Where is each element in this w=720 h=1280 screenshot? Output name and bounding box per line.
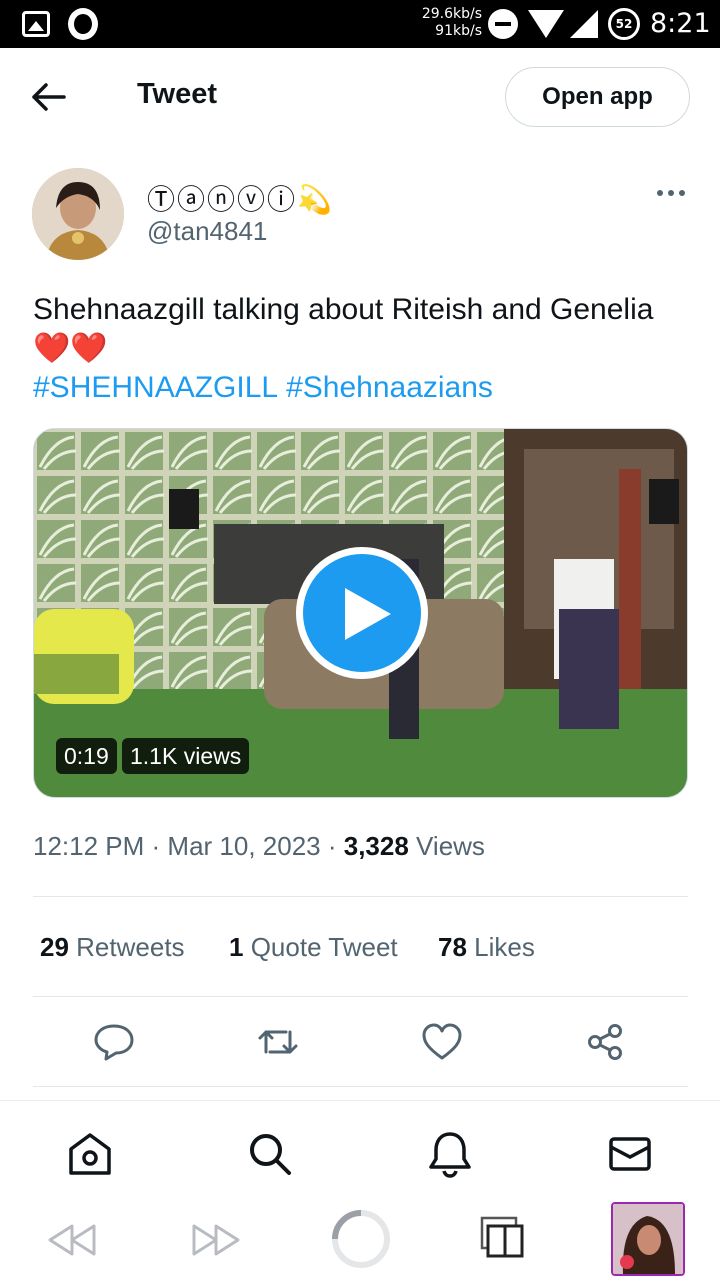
nav-search[interactable]	[245, 1129, 295, 1179]
nav-messages[interactable]	[605, 1129, 655, 1179]
browser-tabs-button[interactable]	[480, 1216, 526, 1265]
wifi-icon	[528, 10, 564, 38]
play-icon	[345, 588, 391, 640]
hashtag-list: #SHEHNAAZGILL #Shehnaazians	[33, 368, 673, 407]
hashtag-link[interactable]: #SHEHNAAZGILL	[33, 371, 278, 404]
network-speed: 29.6kb/s 91kb/s	[414, 6, 482, 40]
network-speed-down: 91kb/s	[435, 23, 482, 39]
open-app-button[interactable]: Open app	[505, 67, 690, 127]
arrow-left-icon	[32, 83, 66, 111]
nav-notifications[interactable]	[425, 1129, 475, 1179]
retweet-button[interactable]	[256, 1022, 300, 1062]
browser-toolbar	[0, 1198, 720, 1280]
fast-forward-icon	[192, 1224, 240, 1256]
divider	[33, 1086, 688, 1087]
nav-home[interactable]	[65, 1129, 115, 1179]
quotes-label: Quote Tweet	[250, 932, 398, 962]
browser-home-button[interactable]	[330, 1208, 392, 1275]
opera-icon	[68, 8, 98, 40]
search-icon	[250, 1134, 291, 1175]
avatar[interactable]	[32, 168, 124, 260]
video-duration: 0:19	[56, 738, 117, 774]
display-name[interactable]: Ⓣⓐⓝⓥⓘ💫	[147, 178, 334, 218]
divider	[33, 896, 688, 897]
view-count: 3,328	[343, 831, 409, 861]
do-not-disturb-icon	[488, 9, 518, 39]
retweets-stat[interactable]: 29 Retweets	[40, 932, 185, 963]
play-button[interactable]	[296, 547, 428, 679]
reply-icon	[94, 1024, 134, 1061]
bottom-nav	[0, 1100, 720, 1200]
share-icon	[588, 1024, 622, 1060]
rewind-icon	[48, 1224, 96, 1256]
tweet-meta: 12:12 PM · Mar 10, 2023 · 3,328 Views	[33, 831, 485, 861]
tweet-text: Shehnaazgill talking about Riteish and G…	[33, 290, 673, 407]
more-options-button[interactable]	[652, 182, 690, 204]
video-views: 1.1K views	[122, 738, 250, 774]
page-title: Tweet	[137, 78, 218, 110]
more-dot-icon	[668, 190, 674, 196]
network-speed-up: 29.6kb/s	[421, 6, 482, 22]
hashtag-link[interactable]: #Shehnaazians	[286, 371, 493, 404]
retweets-label: Retweets	[76, 932, 185, 962]
battery-indicator: 52	[608, 8, 640, 40]
back-button[interactable]	[30, 80, 70, 114]
browser-profile-button[interactable]	[611, 1202, 685, 1276]
like-button[interactable]	[420, 1022, 464, 1062]
browser-forward-button[interactable]	[190, 1220, 242, 1265]
likes-stat[interactable]: 78 Likes	[438, 932, 535, 963]
quotes-count: 1	[229, 932, 244, 962]
retweet-icon	[258, 1030, 298, 1054]
mail-icon	[609, 1137, 651, 1171]
share-button[interactable]	[584, 1022, 628, 1062]
bell-icon	[429, 1132, 471, 1178]
user-handle[interactable]: @tan4841	[147, 216, 267, 247]
status-bar: 29.6kb/s 91kb/s 52 8:21	[0, 0, 720, 48]
signal-icon	[570, 10, 598, 38]
more-dot-icon	[679, 190, 685, 196]
gallery-icon	[22, 11, 50, 37]
quote-tweets-stat[interactable]: 1 Quote Tweet	[229, 932, 398, 963]
avatar-image	[32, 168, 124, 260]
retweets-count: 29	[40, 932, 69, 962]
tweet-time[interactable]: 12:12 PM	[33, 831, 144, 861]
clock: 8:21	[650, 8, 711, 39]
profile-thumbnail	[613, 1204, 683, 1274]
reply-button[interactable]	[92, 1022, 136, 1062]
more-dot-icon	[657, 190, 663, 196]
views-label: Views	[416, 831, 485, 861]
video-player[interactable]: 0:19 1.1K views	[33, 428, 688, 798]
likes-label: Likes	[474, 932, 535, 962]
heart-icon	[422, 1023, 462, 1060]
tabs-icon	[480, 1216, 524, 1258]
home-icon	[69, 1133, 111, 1175]
tweet-body: Shehnaazgill talking about Riteish and G…	[33, 293, 654, 365]
loading-ring-icon	[332, 1210, 390, 1268]
tweet-date[interactable]: Mar 10, 2023	[167, 831, 320, 861]
browser-back-button[interactable]	[46, 1220, 98, 1265]
likes-count: 78	[438, 932, 467, 962]
divider	[33, 996, 688, 997]
top-bar: Tweet Open app	[0, 48, 720, 146]
